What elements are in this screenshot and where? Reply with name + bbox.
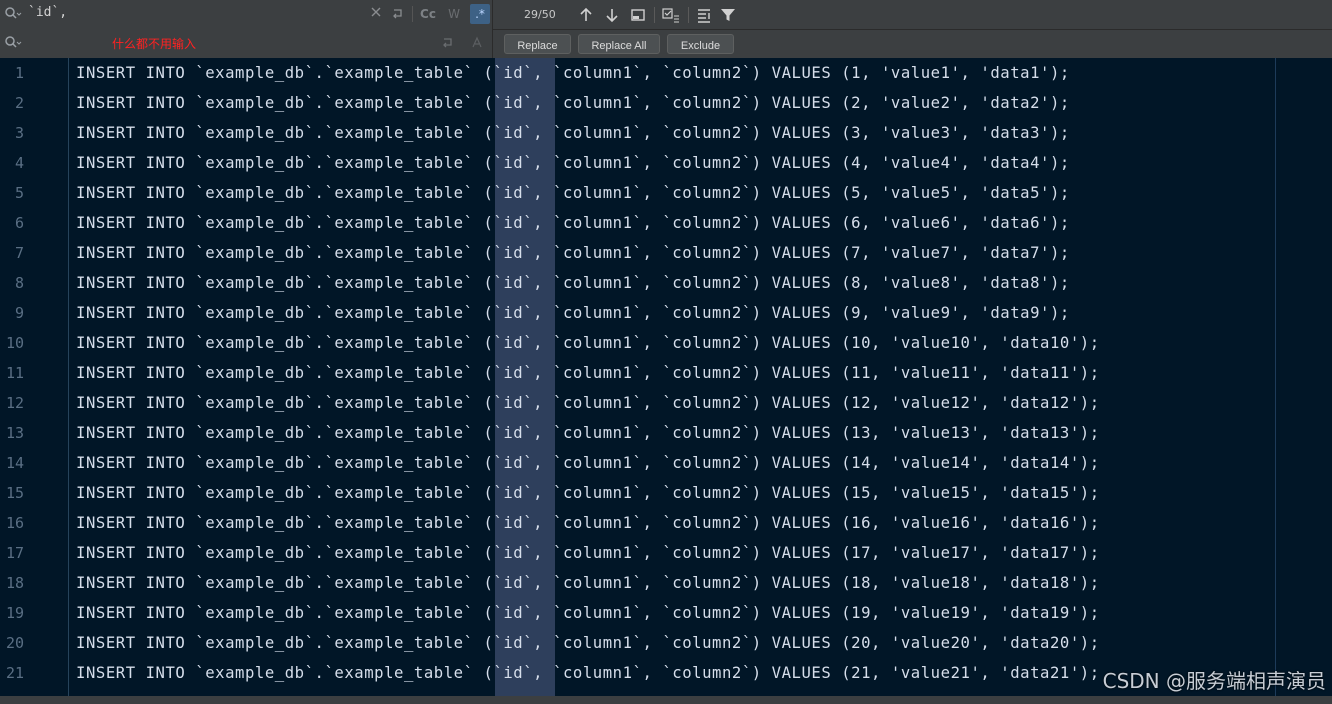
code-line[interactable]: 4 INSERT INTO `example_db`.`example_table… (0, 148, 1332, 178)
code-text[interactable]: INSERT INTO `example_db`.`example_table`… (76, 268, 1070, 298)
line-number: 14 (5, 454, 24, 472)
code-line[interactable]: 6 INSERT INTO `example_db`.`example_table… (0, 208, 1332, 238)
code-text[interactable]: INSERT INTO `example_db`.`example_table`… (76, 328, 1100, 358)
code-text[interactable]: INSERT INTO `example_db`.`example_table`… (76, 148, 1070, 178)
code-line[interactable]: 12 INSERT INTO `example_db`.`example_tabl… (0, 388, 1332, 418)
code-text[interactable]: INSERT INTO `example_db`.`example_table`… (76, 118, 1070, 148)
divider (492, 0, 493, 58)
line-number: 12 (5, 394, 24, 412)
line-number: 3 (14, 124, 24, 142)
separator (412, 6, 413, 22)
code-line[interactable]: 3 INSERT INTO `example_db`.`example_table… (0, 118, 1332, 148)
search-icon[interactable] (4, 35, 22, 51)
match-case-button[interactable]: Cc (418, 4, 438, 24)
replace-field[interactable]: 什么都不用输入 (0, 29, 492, 58)
code-line[interactable]: 11 INSERT INTO `example_db`.`example_tabl… (0, 358, 1332, 388)
match-count: 29/50 (524, 8, 556, 21)
line-number: 7 (14, 244, 24, 262)
separator (688, 7, 689, 23)
code-line[interactable]: 8 INSERT INTO `example_db`.`example_table… (0, 268, 1332, 298)
code-line[interactable]: 20 INSERT INTO `example_db`.`example_tabl… (0, 628, 1332, 658)
code-line[interactable]: 14 INSERT INTO `example_db`.`example_tabl… (0, 448, 1332, 478)
watermark: CSDN @服务端相声演员 (1102, 669, 1326, 693)
line-number: 16 (5, 514, 24, 532)
code-line[interactable]: 16 INSERT INTO `example_db`.`example_tabl… (0, 508, 1332, 538)
code-text[interactable]: INSERT INTO `example_db`.`example_table`… (76, 178, 1070, 208)
code-line[interactable]: 7 INSERT INTO `example_db`.`example_table… (0, 238, 1332, 268)
arrow-down-icon[interactable] (602, 5, 622, 25)
filter-icon[interactable] (718, 5, 738, 25)
code-line[interactable]: 19 INSERT INTO `example_db`.`example_tabl… (0, 598, 1332, 628)
code-text[interactable]: INSERT INTO `example_db`.`example_table`… (76, 598, 1100, 628)
history-icon[interactable] (388, 4, 408, 24)
exclude-button[interactable]: Exclude (667, 34, 734, 54)
line-number: 1 (14, 64, 24, 82)
code-text[interactable]: INSERT INTO `example_db`.`example_table`… (76, 208, 1070, 238)
code-line[interactable]: 2 INSERT INTO `example_db`.`example_table… (0, 88, 1332, 118)
status-strip (0, 696, 1332, 704)
code-text[interactable]: INSERT INTO `example_db`.`example_table`… (76, 538, 1100, 568)
arrow-up-icon[interactable] (576, 5, 596, 25)
code-line[interactable]: 17 INSERT INTO `example_db`.`example_tabl… (0, 538, 1332, 568)
replace-all-button[interactable]: Replace All (578, 34, 660, 54)
code-text[interactable]: INSERT INTO `example_db`.`example_table`… (76, 628, 1100, 658)
in-selection-icon[interactable] (660, 5, 680, 25)
line-number: 21 (5, 664, 24, 682)
line-number: 13 (5, 424, 24, 442)
code-line[interactable]: 1 INSERT INTO `example_db`.`example_table… (0, 58, 1332, 88)
sort-lines-icon[interactable] (694, 5, 714, 25)
history-icon[interactable] (438, 33, 458, 53)
code-text[interactable]: INSERT INTO `example_db`.`example_table`… (76, 418, 1100, 448)
line-number: 11 (5, 364, 24, 382)
code-text[interactable]: INSERT INTO `example_db`.`example_table`… (76, 388, 1100, 418)
search-icon[interactable] (4, 6, 22, 22)
code-text[interactable]: INSERT INTO `example_db`.`example_table`… (76, 508, 1100, 538)
code-line[interactable]: 13 INSERT INTO `example_db`.`example_tabl… (0, 418, 1332, 448)
code-text[interactable]: INSERT INTO `example_db`.`example_table`… (76, 358, 1100, 388)
line-number: 9 (14, 304, 24, 322)
code-editor[interactable]: 1 INSERT INTO `example_db`.`example_table… (0, 58, 1332, 696)
code-line[interactable]: 5 INSERT INTO `example_db`.`example_table… (0, 178, 1332, 208)
search-input[interactable]: `id`, (28, 5, 67, 20)
find-replace-bar: `id`, Cc W .* 29/50 什么都不用输入 Replace Repl… (0, 0, 1332, 58)
line-number: 19 (5, 604, 24, 622)
line-number: 2 (14, 94, 24, 112)
select-all-icon[interactable] (628, 5, 648, 25)
replace-row: 什么都不用输入 Replace Replace All Exclude (0, 29, 1332, 58)
replace-hint-annotation: 什么都不用输入 (112, 37, 197, 51)
code-text[interactable]: INSERT INTO `example_db`.`example_table`… (76, 568, 1100, 598)
code-text[interactable]: INSERT INTO `example_db`.`example_table`… (76, 58, 1070, 88)
editor-lines: 1 INSERT INTO `example_db`.`example_table… (0, 58, 1332, 688)
code-line[interactable]: 18 INSERT INTO `example_db`.`example_tabl… (0, 568, 1332, 598)
regex-icon: .* (475, 7, 485, 21)
clear-icon[interactable] (366, 4, 386, 24)
code-text[interactable]: INSERT INTO `example_db`.`example_table`… (76, 448, 1100, 478)
code-text[interactable]: INSERT INTO `example_db`.`example_table`… (76, 298, 1070, 328)
line-number: 4 (14, 154, 24, 172)
code-text[interactable]: INSERT INTO `example_db`.`example_table`… (76, 238, 1070, 268)
line-number: 17 (5, 544, 24, 562)
code-text[interactable]: INSERT INTO `example_db`.`example_table`… (76, 88, 1070, 118)
line-number: 5 (14, 184, 24, 202)
line-number: 20 (5, 634, 24, 652)
code-line[interactable]: 15 INSERT INTO `example_db`.`example_tabl… (0, 478, 1332, 508)
code-line[interactable]: 10 INSERT INTO `example_db`.`example_tabl… (0, 328, 1332, 358)
replace-button[interactable]: Replace (504, 34, 571, 54)
line-number: 6 (14, 214, 24, 232)
line-number: 18 (5, 574, 24, 592)
words-button[interactable]: W (444, 4, 464, 24)
find-row: `id`, Cc W .* 29/50 (0, 0, 1332, 30)
preserve-case-icon[interactable] (468, 33, 488, 53)
code-line[interactable]: 9 INSERT INTO `example_db`.`example_table… (0, 298, 1332, 328)
line-number: 10 (5, 334, 24, 352)
line-number: 15 (5, 484, 24, 502)
code-text[interactable]: INSERT INTO `example_db`.`example_table`… (76, 658, 1100, 688)
code-text[interactable]: INSERT INTO `example_db`.`example_table`… (76, 478, 1100, 508)
line-number: 8 (14, 274, 24, 292)
regex-button[interactable]: .* (470, 4, 490, 24)
separator (654, 7, 655, 23)
search-field[interactable]: `id`, Cc W .* (0, 0, 492, 28)
